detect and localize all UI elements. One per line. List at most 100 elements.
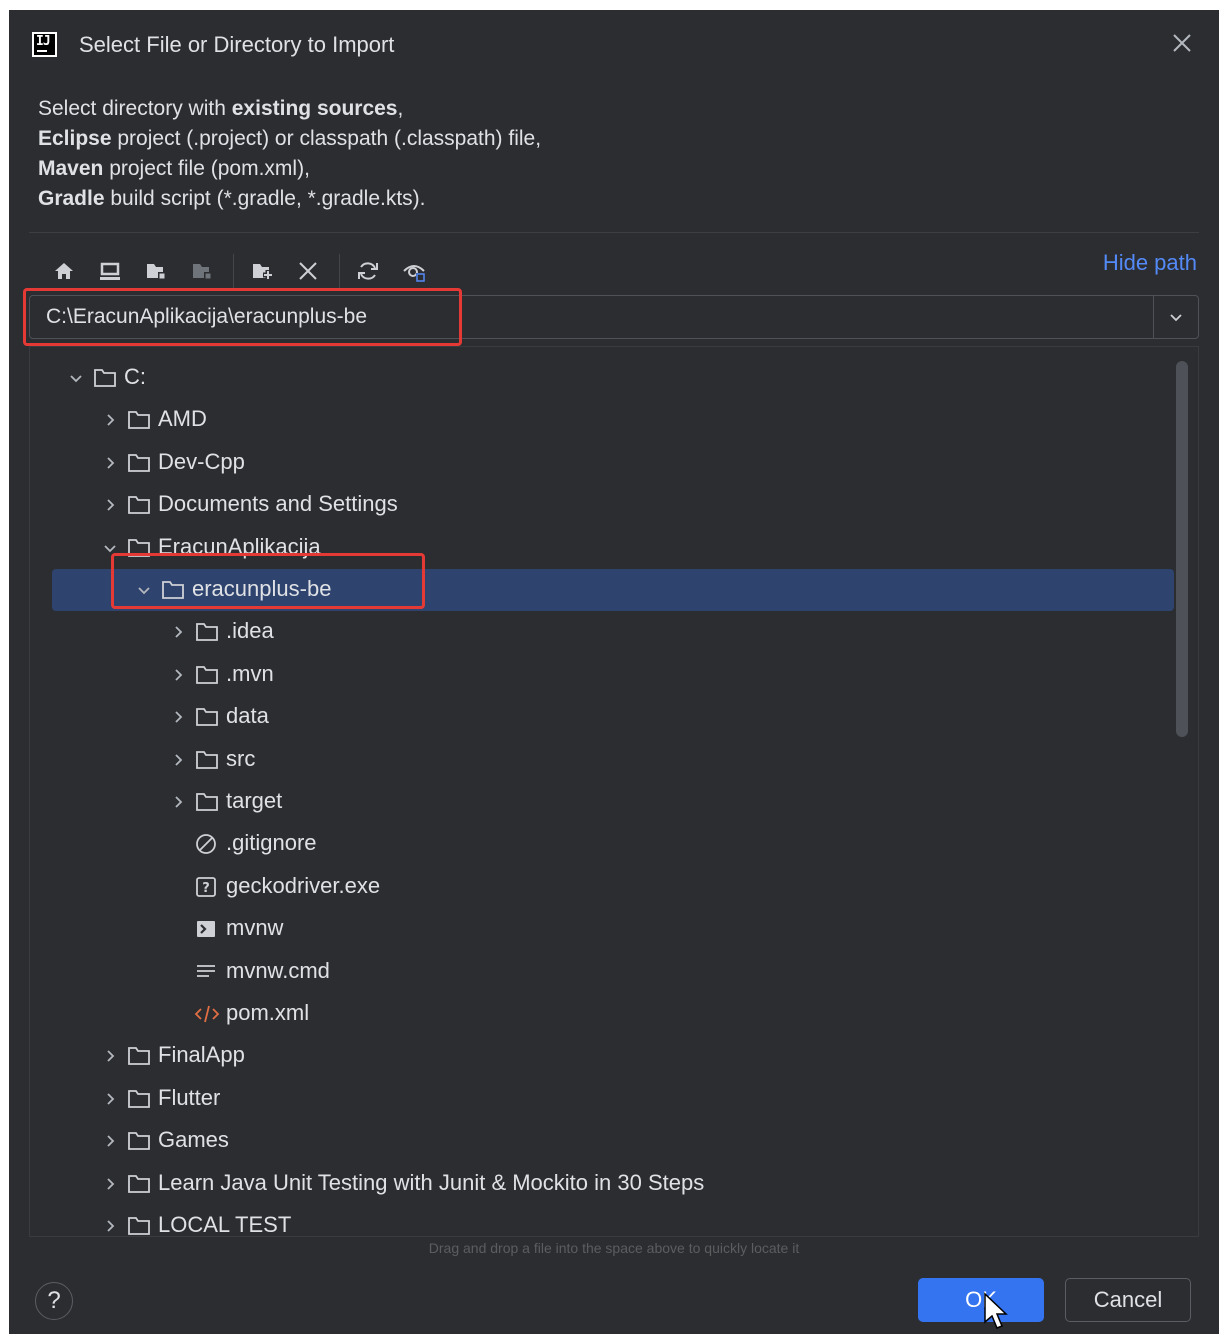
close-button[interactable] — [1167, 28, 1197, 58]
chevron-right-icon[interactable] — [100, 1174, 120, 1194]
help-button[interactable]: ? — [35, 1282, 73, 1320]
chevron-right-icon[interactable] — [100, 410, 120, 430]
tree-row[interactable]: EracunAplikacija — [52, 527, 1174, 569]
tree-row[interactable]: eracunplus-be — [52, 569, 1174, 611]
tree-row-label: .idea — [226, 618, 274, 644]
chevron-right-icon[interactable] — [100, 1089, 120, 1109]
tree-row[interactable]: AMD — [52, 399, 1174, 441]
folder-icon — [92, 366, 118, 390]
tree-row[interactable]: src — [52, 739, 1174, 781]
folder-icon — [126, 408, 152, 432]
description-line-4: Gradle build script (*.gradle, *.gradle.… — [38, 187, 426, 210]
dialog-title: Select File or Directory to Import — [79, 32, 395, 57]
tree-row[interactable]: Dev-Cpp — [52, 442, 1174, 484]
home-icon[interactable] — [49, 256, 79, 286]
unknown-file-icon: ? — [194, 875, 220, 899]
tree-row-label: FinalApp — [158, 1042, 245, 1068]
show-hidden-files-icon[interactable] — [399, 256, 429, 286]
tree-row[interactable]: .mvn — [52, 654, 1174, 696]
tree-row[interactable]: .idea — [52, 611, 1174, 653]
drag-drop-hint: Drag and drop a file into the space abov… — [428, 1240, 800, 1256]
tree-row-label: Dev-Cpp — [158, 448, 245, 474]
tree-row-label: .mvn — [226, 660, 274, 686]
hide-path-link[interactable]: Hide path — [1103, 250, 1197, 276]
chevron-right-icon[interactable] — [100, 1046, 120, 1066]
folder-icon — [194, 790, 220, 814]
delete-icon[interactable] — [293, 256, 323, 286]
tree-row[interactable]: LOCAL TEST — [52, 1205, 1174, 1236]
xml-file-icon — [194, 1002, 220, 1026]
path-input[interactable] — [38, 296, 1154, 338]
path-combobox[interactable] — [29, 295, 1199, 339]
folder-icon — [126, 1087, 152, 1111]
tree-row[interactable]: Learn Java Unit Testing with Junit & Moc… — [52, 1163, 1174, 1205]
tree-row[interactable]: FinalApp — [52, 1035, 1174, 1077]
tree-row-label: C: — [124, 364, 146, 389]
new-folder-icon[interactable] — [247, 256, 277, 286]
folder-icon — [126, 536, 152, 560]
chevron-right-icon[interactable] — [100, 1131, 120, 1151]
divider — [29, 232, 1199, 233]
chevron-right-icon[interactable] — [168, 665, 188, 685]
tree-row[interactable]: C: — [52, 357, 1174, 399]
title-bar: IJ Select File or Directory to Import — [9, 10, 1219, 80]
tree-row-label: Learn Java Unit Testing with Junit & Moc… — [158, 1169, 705, 1195]
app-logo-text: IJ — [36, 34, 51, 49]
refresh-icon[interactable] — [353, 256, 383, 286]
chevron-right-icon[interactable] — [168, 707, 188, 727]
tree-row[interactable]: Games — [52, 1120, 1174, 1162]
chevron-right-icon[interactable] — [168, 750, 188, 770]
folder-icon — [160, 578, 186, 602]
module-directory-icon[interactable] — [187, 256, 217, 286]
chevron-down-icon — [1170, 314, 1182, 322]
chevron-right-icon[interactable] — [100, 453, 120, 473]
close-icon — [1173, 34, 1191, 52]
tree-row-label: mvnw — [226, 915, 284, 941]
shell-script-icon — [194, 917, 220, 941]
chevron-right-icon[interactable] — [100, 1216, 120, 1236]
toolbar — [49, 246, 469, 296]
path-dropdown-button[interactable] — [1153, 296, 1198, 338]
tree-row-label: target — [226, 788, 283, 813]
description-line-1: Select directory with existing sources, — [38, 97, 404, 120]
toolbar-separator — [339, 254, 340, 288]
tree-row[interactable]: pom.xml — [52, 993, 1174, 1035]
tree-row[interactable]: mvnw — [52, 908, 1174, 950]
cancel-button[interactable]: Cancel — [1065, 1278, 1191, 1322]
folder-icon — [126, 493, 152, 517]
folder-icon — [126, 1172, 152, 1196]
tree-row[interactable]: ? geckodriver.exe — [52, 866, 1174, 908]
tree-row-label: data — [226, 703, 269, 729]
project-directory-icon[interactable] — [141, 256, 171, 286]
tree-row-label: src — [226, 745, 256, 771]
svg-text:?: ? — [202, 881, 210, 896]
tree-row[interactable]: target — [52, 781, 1174, 823]
tree-row[interactable]: data — [52, 696, 1174, 738]
tree-row-label: mvnw.cmd — [226, 957, 330, 983]
folder-icon — [126, 1044, 152, 1068]
chevron-right-icon[interactable] — [168, 792, 188, 812]
chevron-right-icon[interactable] — [168, 622, 188, 642]
ok-button[interactable]: OK — [918, 1278, 1044, 1322]
intellij-logo-icon: IJ — [32, 32, 57, 57]
chevron-down-icon[interactable] — [134, 580, 154, 600]
import-dialog: IJ Select File or Directory to Import Se… — [9, 10, 1219, 1334]
chevron-down-icon[interactable] — [100, 538, 120, 558]
tree-row[interactable]: Flutter — [52, 1078, 1174, 1120]
toolbar-separator — [233, 254, 234, 288]
tree-row-label: .gitignore — [226, 830, 317, 856]
tree-row[interactable]: Documents and Settings — [52, 484, 1174, 526]
tree-row[interactable]: mvnw.cmd — [52, 951, 1174, 993]
chevron-down-icon[interactable] — [66, 368, 86, 388]
desktop-icon[interactable] — [95, 256, 125, 286]
tree-row[interactable]: .gitignore — [52, 823, 1174, 865]
text-file-icon — [194, 960, 220, 984]
tree-row-label: AMD — [158, 406, 207, 432]
tree-row-label: eracunplus-be — [192, 576, 332, 601]
file-tree[interactable]: C: AMD Dev-Cpp Documents and Settings Eracun… — [29, 346, 1199, 1237]
folder-icon — [194, 748, 220, 772]
tree-scrollbar[interactable] — [1176, 361, 1188, 737]
chevron-right-icon[interactable] — [100, 495, 120, 515]
tree-row-label: pom.xml — [226, 1000, 310, 1025]
tree-row-label: EracunAplikacija — [158, 533, 321, 559]
